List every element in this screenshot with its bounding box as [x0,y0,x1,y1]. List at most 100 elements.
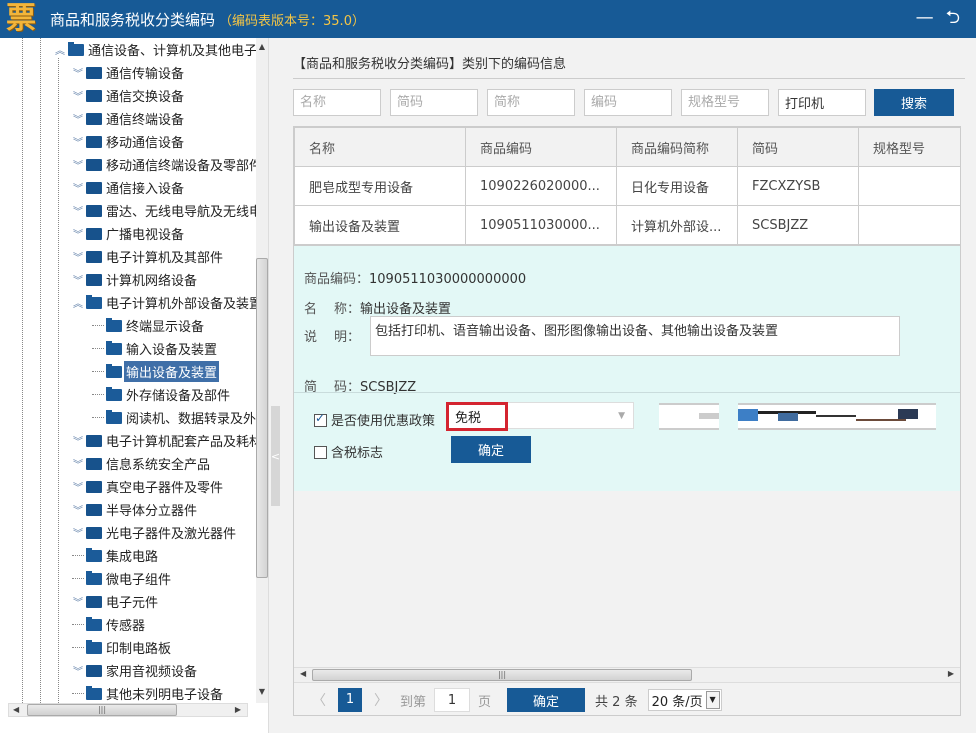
scroll-down-icon[interactable]: ▼ [256,687,268,701]
tree-node[interactable]: ︽ 电子计算机外部设备及装置 [72,291,256,314]
tree-horizontal-scrollbar[interactable]: ◀ ||| ▶ [8,703,248,717]
expand-toggle-icon[interactable]: ︾ [72,456,84,471]
detail-name-value: 输出设备及装置 [360,302,452,317]
tax-included-checkbox[interactable]: 含税标志 [314,442,383,461]
column-header-spec[interactable]: 规格型号 [858,127,960,167]
detail-panel: 商品编码：1090511030000000000 名称：输出设备及装置 说明： … [294,245,960,491]
scroll-thumb[interactable]: ||| [312,669,692,681]
search-button[interactable]: 搜索 [874,89,954,116]
scroll-left-icon[interactable]: ◀ [300,669,306,678]
goto-confirm-button[interactable]: 确定 [507,688,586,712]
use-policy-checkbox[interactable]: 是否使用优惠政策 [314,410,435,429]
tree-node[interactable]: 输入设备及装置 [92,337,219,360]
tree-node[interactable]: 终端显示设备 [92,314,206,337]
tree-node[interactable]: ︾ 计算机网络设备 [72,268,199,291]
detail-confirm-button[interactable]: 确定 [451,436,531,463]
tree-node[interactable]: 印制电路板 [72,636,173,659]
tree-node[interactable]: ︾ 真空电子器件及零件 [72,475,225,498]
next-page-button[interactable]: 〉 [368,690,394,710]
tree-node-label: 通信接入设备 [106,182,185,197]
expand-toggle-icon[interactable]: ︾ [72,272,84,287]
tree-node[interactable]: 微电子组件 [72,567,173,590]
tree-node[interactable]: ︾ 通信终端设备 [72,107,186,130]
tree-node[interactable]: 其他未列明电子设备 [72,682,225,703]
collapse-toggle-icon[interactable]: ︽ [72,295,84,310]
expand-toggle-icon[interactable]: ︾ [72,65,84,80]
goto-page-input[interactable] [434,688,471,712]
tree-node[interactable]: ︾ 电子计算机及其部件 [72,245,225,268]
column-header-short-code[interactable]: 简码 [737,127,859,167]
tree-node[interactable]: ︾ 半导体分立器件 [72,498,199,521]
goto-label: 到第 [400,694,427,710]
scroll-thumb[interactable]: ||| [27,704,177,716]
expand-toggle-icon[interactable]: ︾ [72,157,84,172]
description-textarea[interactable]: 包括打印机、语音输出设备、图形图像输出设备、其他输出设备及装置 [370,316,900,356]
chevron-down-icon[interactable]: ▼ [618,411,625,421]
tree-vertical-scrollbar[interactable]: ▲ ▼ [256,38,268,703]
tree-node[interactable]: ︾ 移动通信设备 [72,130,186,153]
tree-node[interactable]: ︾ 通信交换设备 [72,84,186,107]
column-header-code-short[interactable]: 商品编码简称 [616,127,738,167]
column-header-code[interactable]: 商品编码 [465,127,617,167]
expand-toggle-icon[interactable]: ︾ [72,502,84,517]
tree-node-label: 信息系统安全产品 [106,458,211,473]
tree-node[interactable]: 集成电路 [72,544,160,567]
tree-node[interactable]: ︾ 通信传输设备 [72,61,186,84]
tree-node[interactable]: ︾ 电子计算机配套产品及耗材 [72,429,256,452]
tree-node[interactable]: ︾ 雷达、无线电导航及无线电 [72,199,256,222]
expand-toggle-icon[interactable]: ︾ [72,249,84,264]
scroll-right-icon[interactable]: ▶ [235,704,241,716]
expand-toggle-icon[interactable]: ︾ [72,663,84,678]
short-name-filter-input[interactable] [487,89,575,116]
tree-node[interactable]: ︾ 家用音视频设备 [72,659,199,682]
expand-toggle-icon[interactable]: ︾ [72,525,84,540]
tree-node[interactable]: ︾ 光电子器件及激光器件 [72,521,238,544]
column-header-name[interactable]: 名称 [294,127,466,167]
tree-node-label: 输出设备及装置 [124,361,220,382]
checkbox-unchecked-icon[interactable] [314,446,327,459]
scroll-thumb[interactable] [256,258,268,578]
expand-toggle-icon[interactable]: ︾ [72,479,84,494]
tree-node[interactable]: ︾ 移动通信终端设备及零部件 [72,153,256,176]
code-filter-input[interactable] [584,89,672,116]
grid-horizontal-scrollbar[interactable]: ◀ ||| ▶ [294,667,960,682]
tree-node[interactable]: ︾ 广播电视设备 [72,222,186,245]
return-icon[interactable]: ⮌ [946,8,960,28]
tree-node[interactable]: 阅读机、数据转录及外 [92,406,256,429]
table-row[interactable]: 肥皂成型专用设备 1090226020000... 日化专用设备 FZCXZYS… [294,166,960,206]
collapse-panel-icon[interactable]: < [271,406,280,506]
tree-node[interactable]: 外存储设备及部件 [92,383,232,406]
expand-toggle-icon[interactable]: ︾ [72,226,84,241]
expand-toggle-icon[interactable]: ︾ [72,180,84,195]
tree-node[interactable]: ︾ 电子元件 [72,590,160,613]
expand-toggle-icon[interactable]: ︾ [72,111,84,126]
scroll-up-icon[interactable]: ▲ [256,42,268,56]
short-code-filter-input[interactable] [390,89,478,116]
tree-node[interactable]: ︽ 通信设备、计算机及其他电子设备 [54,38,256,61]
spec-filter-input[interactable] [681,89,769,116]
prev-page-button[interactable]: 〈 [306,690,332,710]
expand-toggle-icon[interactable]: ︾ [72,203,84,218]
tree-node[interactable]: 传感器 [72,613,147,636]
expand-toggle-icon[interactable]: ︾ [72,594,84,609]
expand-toggle-icon[interactable]: ︾ [72,88,84,103]
minimize-icon[interactable]: — [916,8,934,28]
expand-toggle-icon[interactable]: ︾ [72,134,84,149]
scroll-left-icon[interactable]: ◀ [13,704,19,716]
keyword-filter-input[interactable] [778,89,866,116]
table-row[interactable]: 输出设备及装置 1090511030000... 计算机外部设... SCSBJ… [294,205,960,245]
tree-node[interactable]: ︾ 通信接入设备 [72,176,186,199]
scroll-right-icon[interactable]: ▶ [948,669,954,678]
page-size-select[interactable]: 20 条/页 ▼ [647,689,722,711]
current-page-button[interactable]: 1 [338,688,362,712]
panel-splitter[interactable]: < [268,38,280,733]
checkbox-checked-icon[interactable] [314,411,327,427]
tree-node-label: 广播电视设备 [106,228,185,243]
policy-dropdown[interactable]: 免税 ▼ [446,402,634,431]
tree-node[interactable]: 输出设备及装置 [92,360,220,383]
chevron-down-icon[interactable]: ▼ [705,691,720,709]
collapse-toggle-icon[interactable]: ︽ [54,42,66,57]
tree-node[interactable]: ︾ 信息系统安全产品 [72,452,212,475]
expand-toggle-icon[interactable]: ︾ [72,433,84,448]
name-filter-input[interactable] [293,89,381,116]
